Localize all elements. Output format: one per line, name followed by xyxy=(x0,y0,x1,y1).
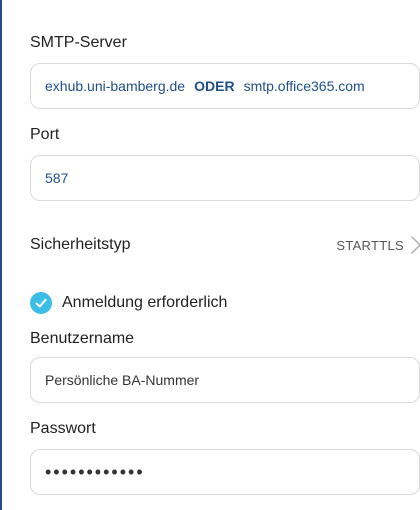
username-field[interactable]: Persönliche BA-Nummer xyxy=(30,357,420,403)
security-type-row[interactable]: Sicherheitstyp STARTTLS xyxy=(30,230,420,260)
security-type-value: STARTTLS xyxy=(336,237,404,253)
port-value: 587 xyxy=(45,170,69,186)
port-label: Port xyxy=(30,126,60,143)
auth-required-checkbox[interactable]: Anmeldung erforderlich xyxy=(30,290,227,316)
smtp-server-field[interactable]: exhub.uni-bamberg.de ODER smtp.office365… xyxy=(30,63,420,109)
password-value: •••••••••••• xyxy=(45,461,145,482)
username-value: Persönliche BA-Nummer xyxy=(45,372,200,388)
check-circle-icon xyxy=(30,292,52,314)
port-field[interactable]: 587 xyxy=(30,155,420,201)
password-field[interactable]: •••••••••••• xyxy=(30,449,420,495)
chevron-right-icon xyxy=(410,235,420,255)
auth-required-label: Anmeldung erforderlich xyxy=(62,294,228,311)
smtp-host-separator: ODER xyxy=(194,78,235,94)
smtp-server-label: SMTP-Server xyxy=(30,34,127,51)
password-label: Passwort xyxy=(30,420,96,437)
smtp-host-alternative: smtp.office365.com xyxy=(243,78,365,94)
security-type-label: Sicherheitstyp xyxy=(30,236,131,253)
smtp-settings-panel: SMTP-Server exhub.uni-bamberg.de ODER sm… xyxy=(0,0,420,510)
username-label: Benutzername xyxy=(30,330,135,347)
smtp-host-primary: exhub.uni-bamberg.de xyxy=(45,78,186,94)
